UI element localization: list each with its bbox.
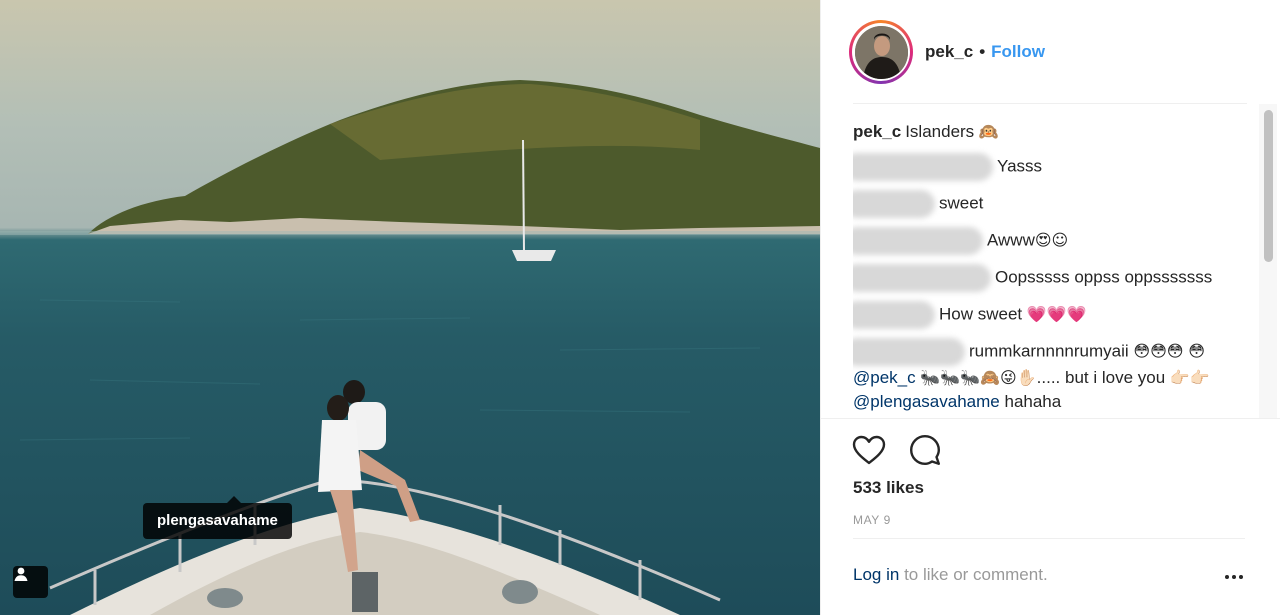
comment-username[interactable]: pek_c bbox=[853, 122, 901, 141]
header-username[interactable]: pek_c bbox=[925, 42, 973, 62]
comment-text: How sweet bbox=[939, 304, 1023, 324]
blurred-username bbox=[853, 227, 983, 255]
comment-emoji: 👉🏻👉🏻 bbox=[1169, 368, 1210, 387]
photo-scene bbox=[0, 80, 820, 615]
login-prompt: Log in to like or comment. bbox=[853, 565, 1048, 585]
comment-emoji: 😳😳😳 bbox=[1133, 341, 1184, 361]
comment-item: Awww😍☺ bbox=[853, 227, 1233, 255]
divider bbox=[853, 538, 1245, 539]
comment-item: Oopsssss oppss oppsssssss bbox=[853, 264, 1233, 292]
separator-dot: • bbox=[979, 42, 986, 61]
ellipsis-icon bbox=[1232, 575, 1236, 579]
action-bar bbox=[851, 432, 943, 468]
comment-item: Yasss bbox=[853, 153, 1233, 181]
comment-item: pek_c Islanders 🙉 bbox=[853, 120, 1233, 144]
ellipsis-icon bbox=[1239, 575, 1243, 579]
like-button[interactable] bbox=[851, 432, 887, 468]
comment-button[interactable] bbox=[907, 432, 943, 468]
post-date[interactable]: MAY 9 bbox=[853, 513, 891, 527]
heart-icon bbox=[852, 435, 886, 465]
comment-emoji: 🙉 bbox=[978, 122, 999, 141]
comment-text: ..... but i love you bbox=[1036, 368, 1166, 387]
comment-item: How sweet 💗💗💗 bbox=[853, 301, 1233, 329]
comment-text: Yasss bbox=[997, 156, 1043, 176]
comment-item: rummkarnnnnrumyaii 😳😳😳 😳 @pek_c 🐜🐜🐜🙈😜✋🏻..… bbox=[853, 338, 1233, 414]
comment-text: Islanders bbox=[905, 122, 975, 141]
divider bbox=[821, 418, 1280, 419]
blurred-username bbox=[853, 301, 935, 329]
post-header: pek_c • Follow bbox=[821, 0, 1280, 104]
avatar[interactable] bbox=[849, 20, 913, 84]
comment-emoji: 😍☺ bbox=[1034, 230, 1069, 250]
comment-text: Oopsssss oppss oppsssssss bbox=[995, 267, 1213, 287]
person-icon bbox=[14, 567, 28, 581]
login-prompt-text: to like or comment. bbox=[904, 565, 1048, 584]
user-tag-label[interactable]: plengasavahame bbox=[143, 496, 292, 539]
blurred-username bbox=[853, 338, 965, 366]
show-tags-button[interactable] bbox=[13, 566, 48, 598]
comments-scrollbar-thumb[interactable] bbox=[1264, 110, 1273, 262]
post-side-panel: pek_c • Follow pek_c Islanders 🙉 Yasss sw… bbox=[820, 0, 1280, 615]
likes-count[interactable]: 533 likes bbox=[853, 478, 924, 498]
comment-bubble-icon bbox=[910, 435, 940, 465]
comment-text: rummkarnnnnrumyaii bbox=[969, 341, 1129, 361]
blurred-username bbox=[853, 153, 993, 181]
ellipsis-icon bbox=[1225, 575, 1229, 579]
blurred-username bbox=[853, 190, 935, 218]
comment-text: hahaha bbox=[1004, 392, 1062, 411]
login-link[interactable]: Log in bbox=[853, 565, 899, 584]
comment-mention[interactable]: @pek_c bbox=[853, 368, 916, 387]
comment-text: sweet bbox=[939, 193, 984, 213]
comment-item: sweet bbox=[853, 190, 1233, 218]
avatar-photo bbox=[854, 25, 908, 79]
comment-text: Awww bbox=[987, 230, 1035, 250]
comment-emoji: 😳 bbox=[1188, 341, 1205, 361]
comment-mention[interactable]: @plengasavahame bbox=[853, 392, 1000, 411]
blurred-username bbox=[853, 264, 991, 292]
follow-button[interactable]: Follow bbox=[991, 42, 1045, 62]
comment-emoji: 🐜🐜🐜🙈😜✋🏻 bbox=[920, 368, 1037, 387]
comment-emoji: 💗💗💗 bbox=[1026, 304, 1087, 324]
post-photo[interactable]: plengasavahame bbox=[0, 0, 820, 615]
comments-list[interactable]: pek_c Islanders 🙉 Yasss sweet Awww😍☺ Oops… bbox=[853, 120, 1233, 416]
more-options-button[interactable] bbox=[1225, 570, 1247, 584]
